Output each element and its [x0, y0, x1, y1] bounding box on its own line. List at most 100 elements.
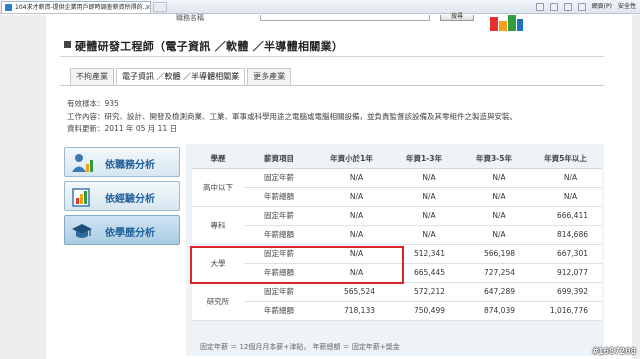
salary-item-cell: 年薪總額	[244, 225, 314, 245]
salary-value-cell: 667,301	[529, 244, 602, 264]
salary-item-cell: 固定年薪	[244, 206, 314, 226]
education-cell: 高中以下	[192, 168, 244, 207]
right-gutter	[632, 15, 640, 359]
col-under-1y: 年資小於1年	[314, 149, 389, 169]
tab-more-industries[interactable]: 更多產業	[247, 68, 292, 85]
browser-tab[interactable]: 104求才薪資-提供企業用戶即時調查薪資所得的... ×	[1, 1, 151, 13]
salary-value-cell: N/A	[389, 225, 459, 245]
search-input[interactable]	[260, 15, 430, 21]
salary-value-cell: N/A	[459, 206, 529, 226]
close-tab-icon[interactable]: ×	[145, 2, 150, 13]
watermark: #1687200	[592, 347, 636, 357]
update-line: 資料更新：2011 年 05 月 11 日	[67, 123, 177, 134]
education-cell: 研究所	[192, 282, 244, 321]
salary-value-cell: 718,133	[314, 301, 389, 321]
salary-value-cell: N/A	[314, 206, 389, 226]
update-value: 2011 年 05 月 11 日	[104, 124, 178, 133]
col-salary-item: 薪資項目	[244, 149, 314, 169]
salary-value-cell: N/A	[389, 206, 459, 226]
experience-chart-icon	[72, 188, 90, 207]
table-row: 大學 固定年薪 N/A 512,341 566,198 667,301	[192, 244, 602, 283]
salary-value-cell: 572,212	[389, 282, 459, 302]
salary-value-cell: 912,077	[529, 263, 602, 283]
safety-menu[interactable]: 安全性	[618, 1, 636, 13]
table-row: 年薪總額 718,133 750,499 874,039 1,016,776	[192, 301, 602, 321]
table-header-row: 學歷 薪資項目 年資小於1年 年資1-3年 年資3-5年 年資5年以上	[192, 149, 602, 169]
education-cell: 大學	[192, 244, 244, 283]
print-icon[interactable]	[577, 3, 586, 11]
command-bar: 網頁(P) 安全性	[535, 1, 636, 13]
analyze-by-experience-button[interactable]: 依經驗分析	[64, 181, 180, 211]
salary-value-cell: 666,411	[529, 206, 602, 226]
salary-value-cell: N/A	[389, 168, 459, 188]
table-row: 年薪總額 N/A N/A N/A N/A	[192, 187, 602, 207]
analyze-by-job-label: 依職務分析	[105, 160, 155, 171]
table-row: 年薪總額 N/A 665,445 727,254 912,077	[192, 263, 602, 283]
salary-value-cell: 512,341	[389, 244, 459, 264]
salary-value-cell: 814,686	[529, 225, 602, 245]
salary-value-cell: N/A	[459, 168, 529, 188]
search-button[interactable]: 搜尋	[440, 14, 474, 21]
new-tab-button[interactable]	[153, 2, 167, 12]
salary-value-cell: N/A	[529, 168, 602, 188]
footnote: 固定年薪 ＝ 12個月月本薪+津貼， 年薪總額 ＝ 固定年薪+獎金	[200, 343, 400, 351]
favicon-icon	[5, 4, 12, 11]
analyze-by-education-button[interactable]: 依學歷分析	[64, 215, 180, 245]
salary-item-cell: 年薪總額	[244, 187, 314, 207]
col-education: 學歷	[192, 149, 244, 169]
salary-value-cell: 647,289	[459, 282, 529, 302]
tab-electronics[interactable]: 電子資訊 ／軟體 ／半導體相關業	[116, 68, 246, 86]
salary-value-cell: 727,254	[459, 263, 529, 283]
salary-item-cell: 年薪總額	[244, 301, 314, 321]
salary-value-cell: 565,524	[314, 282, 389, 302]
table-row: 高中以下 固定年薪 N/A N/A N/A N/A	[192, 168, 602, 207]
salary-value-cell: N/A	[314, 244, 389, 264]
salary-value-cell: 665,445	[389, 263, 459, 283]
tab-all-industries[interactable]: 不拘產業	[70, 68, 114, 85]
salary-value-cell: 566,198	[459, 244, 529, 264]
page-title: 硬體研發工程師（電子資訊 ／軟體 ／半導體相關業）	[75, 40, 344, 53]
page-menu[interactable]: 網頁(P)	[592, 1, 612, 13]
person-chart-icon	[72, 154, 93, 172]
left-gutter	[0, 15, 46, 359]
salary-value-cell: N/A	[314, 263, 389, 283]
site-logo	[484, 15, 524, 35]
education-cell: 專科	[192, 206, 244, 245]
sample-value: 935	[104, 99, 119, 108]
analyze-by-experience-label: 依經驗分析	[105, 194, 155, 205]
title-divider	[60, 56, 604, 57]
browser-tab-title: 104求才薪資-提供企業用戶即時調查薪資所得的...	[15, 4, 149, 11]
salary-item-cell: 固定年薪	[244, 282, 314, 302]
search-row: 職務名稱 搜尋	[140, 14, 600, 23]
title-bullet-icon	[64, 41, 71, 48]
salary-item-cell: 固定年薪	[244, 168, 314, 188]
search-label: 職務名稱	[176, 14, 204, 22]
update-label: 資料更新：	[67, 124, 105, 133]
salary-value-cell: 750,499	[389, 301, 459, 321]
sample-line: 有效樣本：935	[67, 98, 119, 109]
salary-value-cell: N/A	[459, 187, 529, 207]
home-icon[interactable]	[535, 3, 544, 11]
job-content: 工作內容：研究、設計、開發及檢測商業、工業、軍事或科學用途之電腦或電腦相關設備，…	[67, 112, 517, 121]
analyze-by-job-button[interactable]: 依職務分析	[64, 147, 180, 177]
industry-tabs: 不拘產業 電子資訊 ／軟體 ／半導體相關業 更多產業	[70, 68, 293, 86]
feeds-icon[interactable]	[549, 3, 558, 11]
salary-value-cell: 699,392	[529, 282, 602, 302]
salary-value-cell: 874,039	[459, 301, 529, 321]
salary-value-cell: N/A	[529, 187, 602, 207]
mail-icon[interactable]	[563, 3, 572, 11]
col-1-3y: 年資1-3年	[389, 149, 459, 169]
table-row: 專科 固定年薪 N/A N/A N/A 666,411	[192, 206, 602, 245]
salary-value-cell: N/A	[314, 168, 389, 188]
salary-table: 學歷 薪資項目 年資小於1年 年資1-3年 年資3-5年 年資5年以上 高中以下…	[192, 149, 602, 321]
salary-value-cell: 1,016,776	[529, 301, 602, 321]
salary-value-cell: N/A	[389, 187, 459, 207]
salary-item-cell: 年薪總額	[244, 263, 314, 283]
salary-value-cell: N/A	[459, 225, 529, 245]
browser-toolbar: 104求才薪資-提供企業用戶即時調查薪資所得的... × 網頁(P) 安全性	[0, 0, 640, 14]
salary-value-cell: N/A	[314, 187, 389, 207]
col-over-5y: 年資5年以上	[529, 149, 602, 169]
col-3-5y: 年資3-5年	[459, 149, 529, 169]
page: 104求才薪資-提供企業用戶即時調查薪資所得的... × 網頁(P) 安全性 職…	[0, 0, 640, 359]
graduation-cap-icon	[72, 224, 92, 238]
